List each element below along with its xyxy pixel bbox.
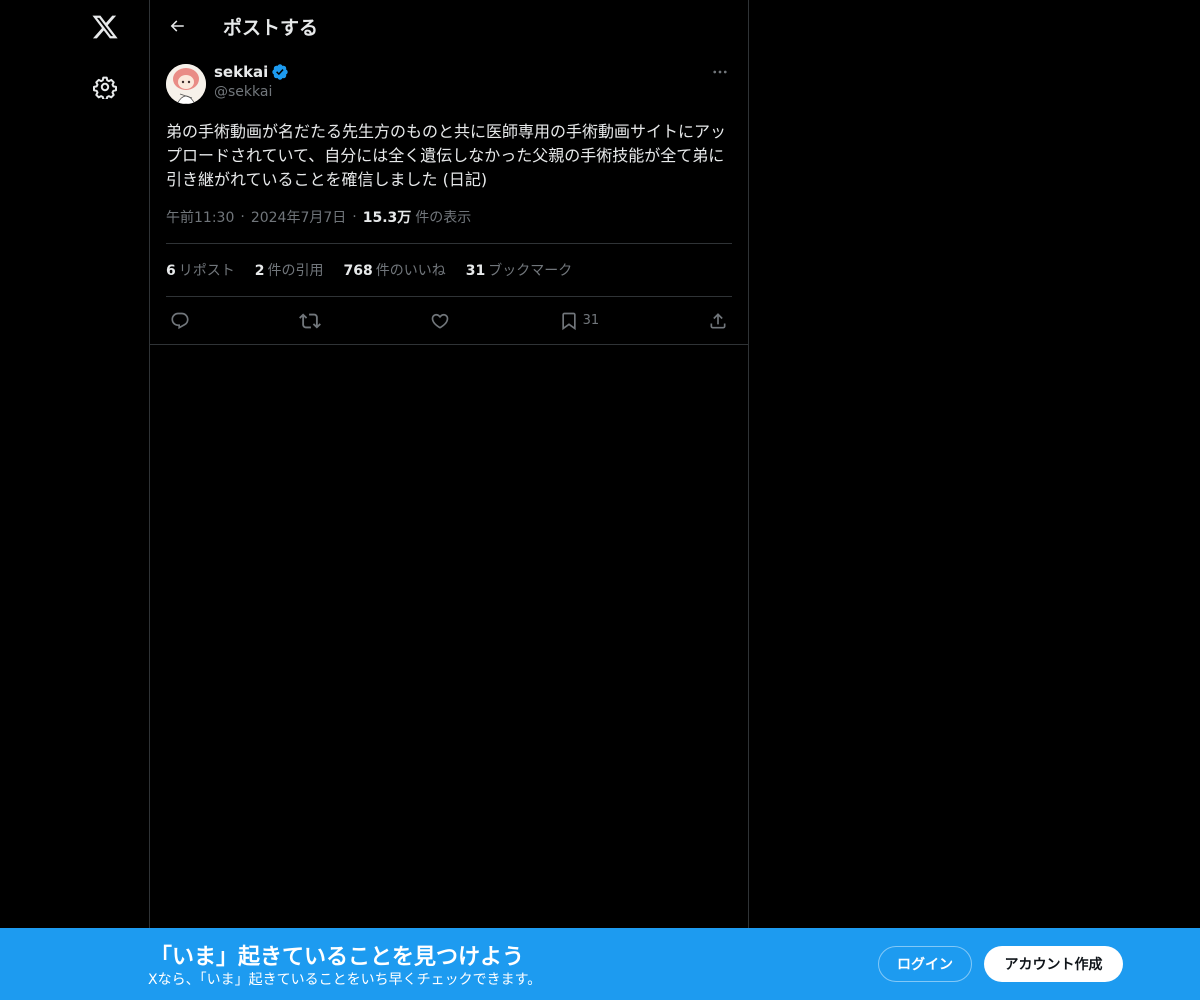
like-icon bbox=[431, 313, 449, 329]
login-button[interactable]: ログイン bbox=[878, 946, 972, 982]
x-logo-icon[interactable] bbox=[86, 8, 124, 46]
like-button[interactable] bbox=[430, 311, 450, 331]
stat-bookmarks[interactable]: 31 ブックマーク bbox=[466, 260, 572, 280]
more-icon bbox=[713, 70, 727, 74]
main-column: ポストする sekkai @sekkai 弟の手術動画が名だたる先生方のものと共… bbox=[149, 0, 749, 1000]
tweet-time[interactable]: 午前11:30 bbox=[166, 207, 234, 227]
repost-icon bbox=[298, 313, 321, 328]
gear-icon[interactable] bbox=[86, 68, 124, 106]
author-name[interactable]: sekkai bbox=[214, 63, 289, 81]
left-nav bbox=[0, 0, 150, 1000]
reply-button[interactable] bbox=[170, 311, 190, 331]
stat-quotes[interactable]: 2 件の引用 bbox=[255, 260, 324, 280]
stat-reposts[interactable]: 6 リポスト bbox=[166, 260, 235, 280]
divider bbox=[150, 344, 748, 345]
share-button[interactable] bbox=[708, 311, 728, 331]
repost-button[interactable] bbox=[298, 310, 321, 332]
more-button[interactable] bbox=[708, 62, 732, 82]
bookmark-button[interactable]: 31 bbox=[559, 311, 600, 331]
reply-icon bbox=[171, 312, 189, 329]
bookmark-count: 31 bbox=[582, 313, 600, 328]
page-title: ポストする bbox=[223, 17, 319, 39]
stat-likes[interactable]: 768 件のいいね bbox=[344, 260, 446, 280]
bookmark-icon bbox=[561, 312, 576, 330]
tweet-meta: 午前11:30 · 2024年7月7日 · 15.3万 件の表示 bbox=[166, 207, 732, 227]
views-label: 件の表示 bbox=[415, 210, 472, 226]
meta-separator: · bbox=[352, 209, 357, 225]
signup-banner: 「いま」起きていることを見つけよう Xなら、「いま」起きていることをいち早くチェ… bbox=[0, 928, 1200, 1000]
signup-button[interactable]: アカウント作成 bbox=[984, 946, 1123, 982]
back-button[interactable] bbox=[162, 11, 192, 41]
banner-subtitle: Xなら、「いま」起きていることをいち早くチェックできます。 bbox=[148, 972, 542, 988]
banner-title: 「いま」起きていることを見つけよう bbox=[150, 945, 525, 970]
page: ポストする sekkai @sekkai 弟の手術動画が名だたる先生方のものと共… bbox=[0, 0, 1200, 1000]
page-header: ポストする bbox=[150, 0, 748, 53]
tweet-author: sekkai @sekkai bbox=[166, 62, 732, 120]
share-icon bbox=[710, 312, 726, 328]
views-count: 15.3万 bbox=[362, 210, 412, 226]
avatar[interactable] bbox=[166, 64, 206, 104]
tweet-date[interactable]: 2024年7月7日 bbox=[251, 207, 346, 227]
meta-separator: · bbox=[240, 209, 245, 225]
back-arrow-icon bbox=[170, 20, 184, 32]
tweet-text: 弟の手術動画が名だたる先生方のものと共に医師専用の手術動画サイトにアップロードさ… bbox=[166, 122, 727, 189]
tweet-actions: 31 bbox=[166, 297, 732, 344]
tweet: sekkai @sekkai 弟の手術動画が名だたる先生方のものと共に医師専用の… bbox=[150, 62, 748, 345]
author-handle[interactable]: @sekkai bbox=[214, 84, 272, 100]
author-name-text: sekkai bbox=[214, 63, 269, 81]
verified-badge-icon bbox=[272, 64, 289, 80]
tweet-stats: 6 リポスト 2 件の引用 768 件のいいね 31 ブックマーク bbox=[166, 244, 732, 296]
